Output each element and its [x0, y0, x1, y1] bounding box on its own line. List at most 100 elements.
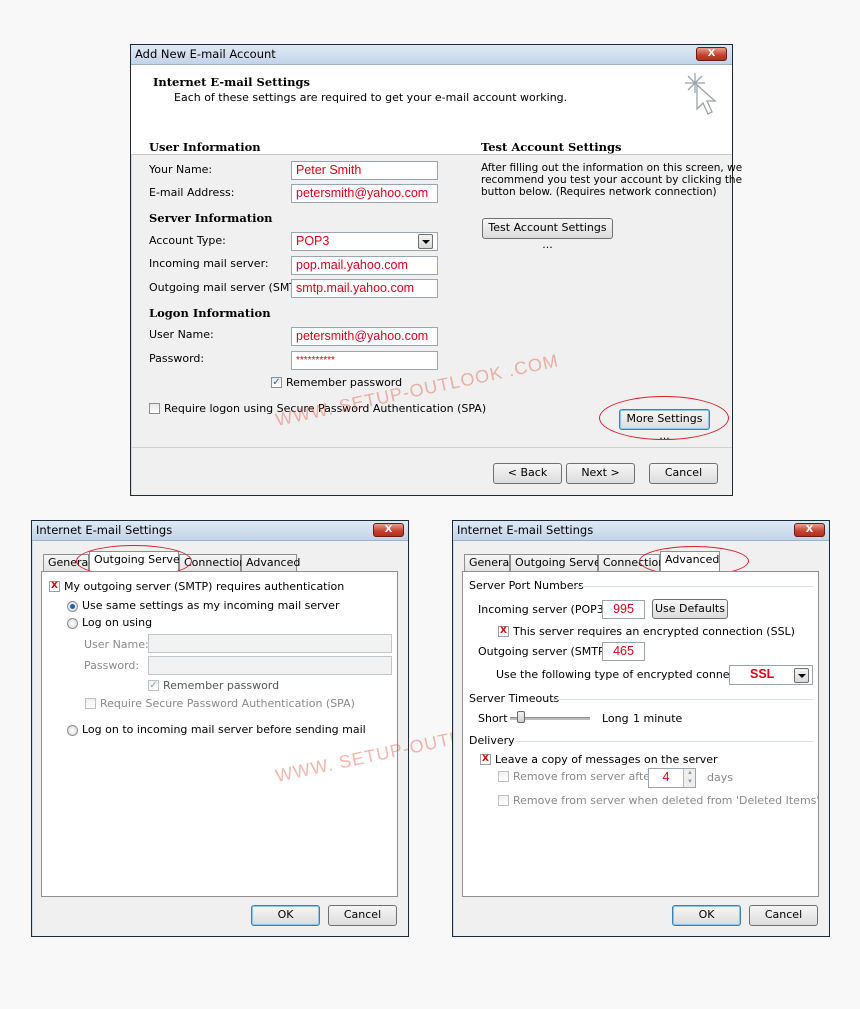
- use-same-settings-radio[interactable]: [67, 601, 78, 612]
- remove-after-days-value: 4: [662, 770, 670, 784]
- test-settings-text-3: button below. (Requires network connecti…: [481, 186, 717, 198]
- cancel-button[interactable]: Cancel: [749, 905, 818, 926]
- account-type-select[interactable]: POP3: [291, 232, 438, 251]
- smtp-auth-label: My outgoing server (SMTP) requires authe…: [64, 580, 345, 593]
- incoming-server-field[interactable]: pop.mail.yahoo.com: [291, 256, 438, 275]
- ports-group-label: Server Port Numbers: [469, 579, 584, 592]
- dialog-title: Internet E-mail Settings: [457, 523, 594, 537]
- account-type-value: POP3: [296, 234, 330, 248]
- tab-advanced[interactable]: Advanced: [241, 554, 300, 571]
- advanced-settings-dialog: Internet E-mail Settings X General Outgo…: [452, 520, 830, 937]
- timeouts-group-line: [553, 699, 813, 700]
- encryption-type-label: Use the following type of encrypted conn…: [496, 668, 761, 681]
- user-info-heading: User Information: [149, 140, 261, 154]
- require-spa-label: Require Secure Password Authentication (…: [100, 697, 355, 710]
- require-spa-checkbox[interactable]: [85, 698, 96, 709]
- tab-general[interactable]: General: [464, 554, 512, 571]
- title-bar: Internet E-mail Settings X: [453, 521, 829, 541]
- use-defaults-button[interactable]: Use Defaults: [652, 599, 728, 619]
- close-button[interactable]: X: [696, 47, 727, 61]
- highlight-ellipse-more-settings: [599, 396, 729, 440]
- tab-panel: X My outgoing server (SMTP) requires aut…: [41, 571, 398, 897]
- test-settings-heading: Test Account Settings: [481, 140, 622, 154]
- long-label: Long: [602, 712, 629, 725]
- password-field[interactable]: [148, 656, 392, 675]
- cursor-sparkle-icon: [685, 73, 717, 115]
- remove-deleted-checkbox[interactable]: [498, 795, 509, 806]
- close-button[interactable]: X: [794, 523, 825, 537]
- header-subtitle: Each of these settings are required to g…: [174, 91, 568, 104]
- user-name-label: User Name:: [149, 328, 214, 341]
- remove-after-checkbox[interactable]: [498, 771, 509, 782]
- logon-info-heading: Logon Information: [149, 306, 271, 320]
- remove-after-label: Remove from server after: [513, 770, 655, 783]
- short-label: Short: [478, 712, 508, 725]
- title-bar: Add New E-mail Account X: [131, 45, 732, 65]
- remember-password-checkbox[interactable]: ✓: [271, 377, 282, 388]
- slider-thumb[interactable]: [517, 711, 525, 723]
- dialog-title: Internet E-mail Settings: [36, 523, 173, 537]
- incoming-port-label: Incoming server (POP3):: [478, 603, 612, 616]
- ssl-required-checkbox[interactable]: X: [498, 626, 509, 637]
- close-icon: X: [707, 48, 716, 59]
- remember-password-label: Remember password: [163, 679, 280, 692]
- delivery-group-line: [515, 741, 813, 742]
- close-icon: X: [805, 524, 814, 535]
- remove-after-days-field[interactable]: 4 ▲ ▼: [648, 768, 696, 788]
- user-name-field[interactable]: petersmith@yahoo.com: [291, 327, 438, 346]
- next-button[interactable]: Next >: [566, 463, 635, 484]
- log-on-incoming-label: Log on to incoming mail server before se…: [82, 723, 366, 736]
- your-name-label: Your Name:: [149, 163, 213, 176]
- encryption-type-select[interactable]: SSL: [729, 665, 813, 685]
- timeouts-group-label: Server Timeouts: [469, 692, 560, 705]
- password-field[interactable]: **********: [291, 351, 438, 370]
- outgoing-server-label: Outgoing mail server (SMTP):: [149, 281, 311, 294]
- ok-button[interactable]: OK: [251, 905, 320, 926]
- outgoing-server-dialog: Internet E-mail Settings X General Outgo…: [31, 520, 409, 937]
- tab-panel: Server Port Numbers Incoming server (POP…: [462, 571, 819, 897]
- test-settings-text-1: After filling out the information on thi…: [481, 162, 743, 174]
- user-name-field[interactable]: [148, 634, 392, 653]
- add-email-account-dialog: Add New E-mail Account X Internet E-mail…: [130, 44, 742, 496]
- test-account-settings-button[interactable]: Test Account Settings ...: [482, 218, 613, 251]
- outgoing-server-field[interactable]: smtp.mail.yahoo.com: [291, 279, 438, 298]
- log-on-using-radio[interactable]: [67, 618, 78, 629]
- encryption-type-value: SSL: [750, 667, 775, 681]
- cancel-button[interactable]: Cancel: [328, 905, 397, 926]
- incoming-port-field[interactable]: 995: [602, 600, 645, 619]
- remember-password-checkbox[interactable]: ✓: [148, 680, 159, 691]
- close-icon: X: [384, 524, 393, 535]
- outgoing-port-field[interactable]: 465: [602, 642, 645, 661]
- incoming-server-label: Incoming mail server:: [149, 257, 269, 270]
- remove-deleted-label: Remove from server when deleted from 'De…: [513, 794, 820, 807]
- days-label: days: [707, 771, 733, 784]
- close-button[interactable]: X: [373, 523, 404, 537]
- ok-button[interactable]: OK: [672, 905, 741, 926]
- tab-outgoing-server[interactable]: Outgoing Server: [510, 554, 605, 571]
- leave-copy-label: Leave a copy of messages on the server: [495, 753, 718, 766]
- timeout-value: 1 minute: [633, 712, 683, 725]
- server-info-heading: Server Information: [149, 211, 273, 225]
- header-title: Internet E-mail Settings: [153, 75, 311, 89]
- back-button[interactable]: < Back: [493, 463, 562, 484]
- chevron-down-icon[interactable]: [794, 668, 809, 683]
- leave-copy-checkbox[interactable]: X: [480, 754, 491, 765]
- chevron-down-icon[interactable]: [418, 234, 433, 249]
- log-on-using-label: Log on using: [82, 616, 153, 629]
- test-settings-text-2: recommend you test your account by click…: [481, 174, 743, 186]
- ssl-required-label: This server requires an encrypted connec…: [513, 625, 795, 638]
- smtp-auth-checkbox[interactable]: X: [49, 581, 60, 592]
- email-address-label: E-mail Address:: [149, 186, 235, 199]
- email-address-field[interactable]: petersmith@yahoo.com: [291, 184, 438, 203]
- spa-checkbox[interactable]: [149, 403, 160, 414]
- user-name-label: User Name:: [84, 638, 149, 651]
- cancel-button[interactable]: Cancel: [649, 463, 718, 484]
- delivery-group-label: Delivery: [469, 734, 515, 747]
- spinner-arrows-icon[interactable]: ▲ ▼: [683, 769, 695, 787]
- account-type-label: Account Type:: [149, 234, 226, 247]
- password-label: Password:: [149, 352, 205, 365]
- log-on-incoming-radio[interactable]: [67, 725, 78, 736]
- title-bar: Internet E-mail Settings X: [32, 521, 408, 541]
- footer-separator: [131, 447, 732, 448]
- your-name-field[interactable]: Peter Smith: [291, 161, 438, 180]
